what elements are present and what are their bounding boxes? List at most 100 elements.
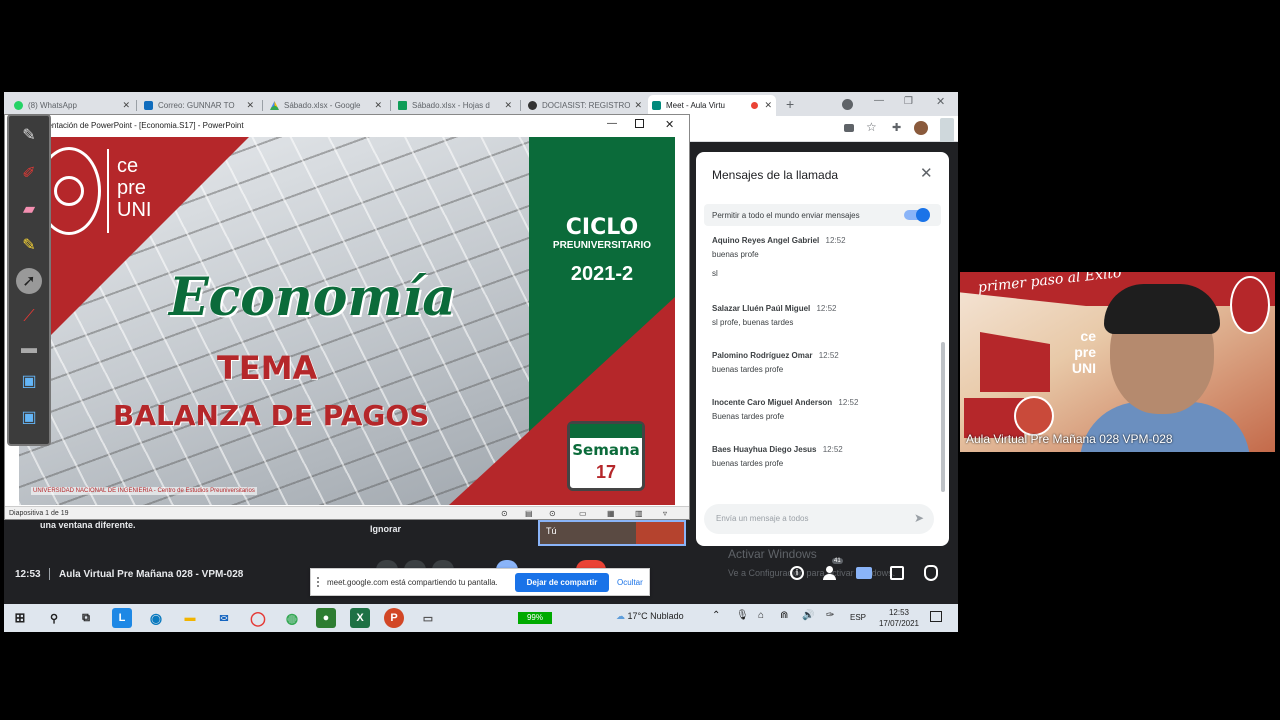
slide-sorter-icon[interactable]: ▦: [607, 509, 615, 518]
highlighter-icon[interactable]: ✎: [16, 232, 42, 258]
new-tab-button[interactable]: +: [786, 96, 794, 112]
slide: ce pre UNI CICLO PREUNIVERSITARIO 2021-2…: [19, 137, 675, 505]
weather-widget[interactable]: ☁ 17°C Nublado: [616, 611, 684, 622]
pointer-icon[interactable]: ➚: [16, 268, 42, 294]
opera-icon[interactable]: ◯: [248, 608, 268, 628]
close-icon[interactable]: ✕: [246, 100, 254, 111]
camera-icon[interactable]: [844, 124, 854, 132]
outlook-icon: [144, 101, 153, 110]
tab-google-drive[interactable]: Sábado.xlsx - Google ✕: [266, 95, 386, 116]
slideshow-icon[interactable]: ▿: [663, 509, 667, 518]
volume-icon[interactable]: 🔊: [802, 610, 814, 621]
close-icon[interactable]: ✕: [764, 100, 772, 111]
extensions-icon[interactable]: ✚: [892, 121, 901, 134]
battery-indicator: 99%: [518, 612, 552, 624]
mail-icon[interactable]: ✉: [214, 608, 234, 628]
chat-icon[interactable]: [856, 567, 872, 579]
reading-view-icon[interactable]: ▥: [635, 509, 643, 518]
meeting-time: 12:53: [15, 569, 41, 580]
powerpoint-title-bar: Presentación de PowerPoint - [Economia.S…: [5, 115, 689, 137]
pen-tools-icon[interactable]: ✎: [16, 122, 42, 148]
camera-label: Aula Virtual Pre Mañana 028 VPM-028: [966, 432, 1173, 446]
red-pen-icon[interactable]: ✐: [16, 160, 42, 186]
tab-whatsapp[interactable]: (8) WhatsApp ✕: [10, 95, 134, 116]
activities-icon[interactable]: [890, 566, 904, 580]
semana-label: Semana: [572, 441, 640, 459]
subject-title: Economía: [169, 267, 456, 328]
notes-icon[interactable]: ⊙: [501, 509, 508, 518]
close-icon[interactable]: ✕: [504, 100, 512, 111]
file-explorer-icon[interactable]: ▬: [180, 608, 200, 628]
dociasist-icon: [528, 101, 537, 110]
feedback-icon[interactable]: ▭: [418, 608, 438, 628]
windows-start-icon[interactable]: ⊞: [10, 608, 30, 628]
stop-sharing-button[interactable]: Dejar de compartir: [515, 573, 609, 592]
info-icon[interactable]: i: [790, 566, 804, 580]
bookmark-star-icon[interactable]: ☆: [866, 120, 877, 134]
hide-button[interactable]: Ocultar: [617, 578, 643, 587]
capture-icon[interactable]: ▣: [16, 404, 42, 430]
close-icon[interactable]: ✕: [634, 100, 642, 111]
shared-screen: (8) WhatsApp ✕ Correo: GUNNAR TO ✕ Sábad…: [4, 92, 958, 632]
wifi-icon[interactable]: ⋒: [780, 610, 788, 621]
laser-pointer-icon[interactable]: ⟋: [16, 304, 42, 330]
tab-dociasist[interactable]: DOCIASIST: REGISTRO ✕: [524, 95, 646, 116]
tab-outlook[interactable]: Correo: GUNNAR TO ✕: [140, 95, 258, 116]
camtasia-icon[interactable]: ●: [316, 608, 336, 628]
close-window-icon[interactable]: ✕: [936, 95, 945, 108]
chevron-up-icon[interactable]: ⌃: [712, 610, 720, 621]
chat-input[interactable]: Envía un mensaje a todos ➤: [704, 504, 934, 534]
app-l-icon[interactable]: L: [112, 608, 132, 628]
close-icon[interactable]: ✕: [374, 100, 382, 111]
excel-icon[interactable]: X: [350, 608, 370, 628]
eraser-icon[interactable]: ▰: [16, 196, 42, 222]
close-chat-button[interactable]: ✕: [920, 164, 933, 182]
presenter-view-icon[interactable]: ▤: [525, 509, 533, 518]
normal-view-icon[interactable]: ▭: [579, 509, 587, 518]
notifications-icon[interactable]: [930, 611, 942, 622]
chat-message: Inocente Caro Miguel Anderson 12:52 Buen…: [712, 398, 859, 421]
powerpoint-window: Presentación de PowerPoint - [Economia.S…: [4, 114, 690, 520]
maximize-icon[interactable]: [635, 119, 644, 128]
language-indicator[interactable]: ESP: [850, 613, 866, 622]
profile-icon[interactable]: [842, 99, 853, 110]
edge-icon[interactable]: ◉: [146, 608, 166, 628]
tab-meet[interactable]: Meet - Aula Virtu ✕: [648, 95, 776, 116]
calendar-icon: Semana 17: [567, 421, 645, 491]
host-controls-icon[interactable]: [924, 565, 938, 581]
clear-icon[interactable]: ▬: [16, 336, 42, 362]
ignore-button[interactable]: Ignorar: [370, 524, 401, 534]
minimize-icon[interactable]: —: [607, 118, 617, 129]
self-view-label: Tú: [546, 526, 557, 536]
screen-icon[interactable]: ▣: [16, 368, 42, 394]
close-icon[interactable]: ✕: [665, 118, 674, 131]
network-icon[interactable]: ⌂: [758, 610, 764, 621]
drive-icon: [270, 101, 279, 110]
chrome-icon[interactable]: ◍: [282, 608, 302, 628]
clock[interactable]: 12:53 17/07/2021: [874, 607, 924, 629]
search-icon[interactable]: ⚲: [44, 608, 64, 628]
restore-icon[interactable]: ❐: [904, 96, 913, 107]
allow-messages-toggle[interactable]: [904, 208, 930, 222]
semana-number: 17: [595, 462, 617, 482]
avatar[interactable]: [914, 121, 928, 135]
task-view-icon[interactable]: ⧉: [76, 608, 96, 628]
preuniversitario-label: PREUNIVERSITARIO: [552, 240, 652, 251]
meet-area: Mensajes de la llamada ✕ Permitir a todo…: [688, 142, 958, 632]
self-view-tile[interactable]: Tú: [538, 520, 686, 546]
people-icon[interactable]: 41: [822, 558, 843, 580]
chat-title: Mensajes de la llamada: [712, 168, 839, 182]
drag-handle-icon[interactable]: [317, 577, 319, 587]
cloud-icon: ☁: [616, 611, 625, 621]
sharing-text: meet.google.com está compartiendo tu pan…: [327, 578, 498, 587]
browser-tab-bar: (8) WhatsApp ✕ Correo: GUNNAR TO ✕ Sábad…: [4, 92, 958, 116]
settings-icon[interactable]: ⊙: [549, 509, 556, 518]
chat-scrollbar[interactable]: [941, 342, 945, 492]
send-icon[interactable]: ➤: [914, 511, 924, 525]
close-icon[interactable]: ✕: [122, 100, 130, 111]
pen-icon[interactable]: ✑: [826, 610, 834, 621]
microphone-icon[interactable]: 🎙: [736, 610, 749, 621]
powerpoint-icon[interactable]: P: [384, 608, 404, 628]
tab-google-sheets[interactable]: Sábado.xlsx - Hojas d ✕: [394, 95, 516, 116]
minimize-icon[interactable]: —: [874, 95, 884, 106]
